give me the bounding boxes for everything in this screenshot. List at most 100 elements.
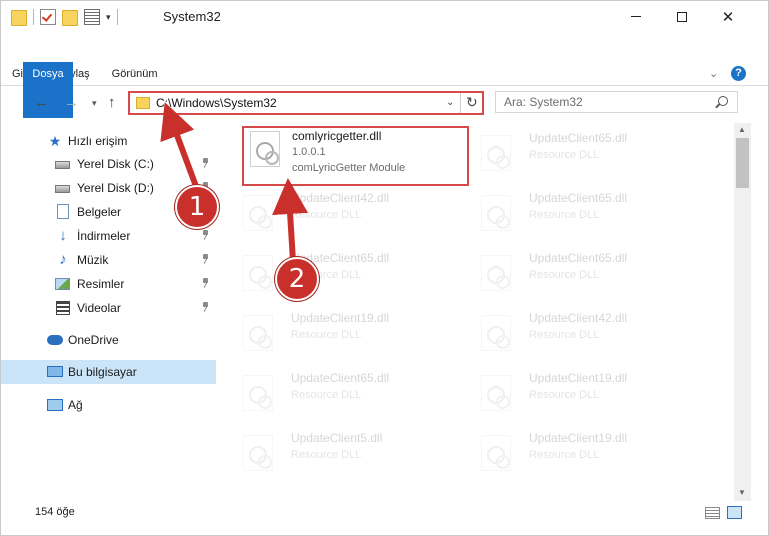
address-dropdown-chevron-icon[interactable]: ⌄	[446, 97, 454, 108]
details-view-icon[interactable]	[705, 507, 720, 519]
step-2-badge: 2	[275, 257, 319, 301]
customize-toolbar-chevron-icon[interactable]: ▾	[106, 12, 111, 23]
dll-file-icon	[243, 315, 273, 351]
file-name: UpdateClient19.dll	[529, 431, 628, 445]
search-input[interactable]: Ara: System32	[495, 91, 738, 113]
dll-file-icon	[481, 255, 511, 291]
forward-arrow-icon[interactable]: →	[64, 94, 79, 111]
maximize-icon	[677, 11, 687, 22]
vertical-scrollbar[interactable]: ▲ ▼	[734, 123, 751, 501]
file-name: UpdateClient19.dll	[529, 371, 628, 385]
file-item[interactable]: UpdateClient19.dll Resource DLL	[471, 367, 696, 423]
help-icon[interactable]: ?	[731, 66, 746, 81]
maximize-button[interactable]	[659, 1, 705, 32]
step-1-badge: 1	[175, 185, 219, 229]
ribbon: Dosya Giriş Paylaş Görünüm ⌄ ?	[1, 62, 768, 118]
file-item[interactable]: UpdateClient19.dll Resource DLL	[233, 307, 458, 363]
file-type: Resource DLL	[291, 329, 362, 341]
network-icon	[47, 399, 63, 411]
navigation-pane: ★ Hızlı erişim Yerel Disk (C:) Yerel Dis…	[1, 123, 223, 497]
recent-locations-chevron-icon[interactable]: ▾	[92, 98, 97, 109]
sidebar-item-label: Hızlı erişim	[68, 134, 128, 148]
properties-check-icon[interactable]	[40, 9, 56, 25]
file-type: Resource DLL	[291, 209, 362, 221]
address-bar[interactable]: C:\Windows\System32 ⌄ ↻	[128, 91, 484, 115]
file-item[interactable]: UpdateClient65.dll Resource DLL	[471, 247, 696, 303]
this-pc-icon	[47, 366, 63, 377]
file-item[interactable]: UpdateClient5.dll Resource DLL	[233, 427, 458, 483]
sidebar-item-label: Resimler	[77, 277, 125, 291]
file-item[interactable]: UpdateClient42.dll Resource DLL	[471, 307, 696, 363]
file-version: 1.0.0.1	[292, 146, 326, 158]
sidebar-item-this-pc[interactable]: Bu bilgisayar	[1, 360, 216, 384]
list-properties-icon[interactable]	[84, 9, 100, 25]
close-icon: ✕	[721, 8, 735, 26]
sidebar-item-local-disk-c[interactable]: Yerel Disk (C:)	[1, 152, 216, 176]
sidebar-item-label: Müzik	[77, 253, 109, 267]
dll-file-icon	[243, 195, 273, 231]
dll-file-icon	[243, 255, 273, 291]
sidebar-item-label: Yerel Disk (C:)	[77, 157, 154, 171]
refresh-icon[interactable]: ↻	[466, 94, 478, 111]
quick-access-toolbar: ▾	[11, 7, 118, 27]
documents-icon	[57, 204, 69, 219]
search-placeholder: Ara: System32	[504, 95, 583, 109]
window-title: System32	[163, 9, 221, 24]
scrollbar-thumb[interactable]	[736, 138, 749, 188]
sidebar-item-downloads[interactable]: ↓ İndirmeler	[1, 224, 216, 248]
sidebar-item-music[interactable]: ♪ Müzik	[1, 248, 216, 272]
sidebar-item-onedrive[interactable]: OneDrive	[1, 328, 216, 352]
address-path[interactable]: C:\Windows\System32	[156, 96, 277, 110]
onedrive-icon	[47, 335, 63, 345]
file-item[interactable]: UpdateClient19.dll Resource DLL	[471, 427, 696, 483]
dll-file-icon	[243, 375, 273, 411]
address-separator	[460, 93, 461, 113]
file-type: Resource DLL	[291, 449, 362, 461]
star-icon: ★	[48, 133, 62, 149]
file-item[interactable]: UpdateClient65.dll Resource DLL	[471, 187, 696, 243]
file-item[interactable]: UpdateClient42.dll Resource DLL	[233, 187, 458, 243]
back-arrow-icon[interactable]: ←	[34, 94, 49, 111]
sidebar-item-quick-access[interactable]: ★ Hızlı erişim	[1, 129, 216, 153]
folder-icon[interactable]	[11, 10, 27, 26]
pin-icon	[201, 302, 209, 312]
tab-view[interactable]: Görünüm	[101, 62, 169, 86]
file-name: UpdateClient65.dll	[529, 251, 628, 265]
sidebar-item-label: Bu bilgisayar	[68, 365, 137, 379]
ribbon-tabs: Dosya Giriş Paylaş Görünüm	[1, 62, 169, 118]
folder-icon	[136, 97, 150, 109]
expand-ribbon-chevron-icon[interactable]: ⌄	[709, 67, 718, 80]
dll-file-icon	[481, 435, 511, 471]
file-name: UpdateClient5.dll	[291, 431, 383, 445]
toolbar-separator	[33, 9, 34, 25]
disk-icon	[55, 161, 70, 169]
sidebar-item-network[interactable]: Ağ	[1, 393, 216, 417]
minimize-button[interactable]	[613, 1, 659, 32]
large-icons-view-icon[interactable]	[727, 506, 742, 519]
item-count: 154 öğe	[35, 506, 75, 518]
minimize-icon	[631, 16, 641, 17]
file-item[interactable]: UpdateClient65.dll Resource DLL	[471, 127, 696, 183]
sidebar-item-label: Yerel Disk (D:)	[77, 181, 154, 195]
toolbar-separator	[116, 9, 118, 25]
pin-icon	[201, 230, 209, 240]
dll-file-icon	[481, 135, 511, 171]
scroll-down-icon[interactable]: ▼	[738, 488, 746, 497]
sidebar-item-pictures[interactable]: Resimler	[1, 272, 216, 296]
new-folder-icon[interactable]	[62, 10, 78, 26]
explorer-window: ▾ System32 ✕ Dosya Giriş Paylaş Görünüm …	[0, 0, 769, 536]
close-button[interactable]: ✕	[705, 1, 751, 32]
scroll-up-icon[interactable]: ▲	[738, 125, 746, 134]
sidebar-item-videos[interactable]: Videolar	[1, 296, 216, 320]
file-type: Resource DLL	[529, 209, 600, 221]
up-arrow-icon[interactable]: ↑	[108, 94, 116, 111]
pin-icon	[201, 278, 209, 288]
pin-icon	[201, 254, 209, 264]
sidebar-item-label: OneDrive	[68, 333, 119, 347]
search-icon[interactable]	[718, 96, 728, 106]
file-item[interactable]: UpdateClient65.dll Resource DLL	[233, 367, 458, 423]
file-type: Resource DLL	[529, 149, 600, 161]
file-item[interactable]: UpdateClient65.dll Resource DLL	[233, 247, 458, 303]
file-name: UpdateClient65.dll	[529, 191, 628, 205]
file-item-comlyricgetter[interactable]: comlyricgetter.dll 1.0.0.1 comLyricGette…	[242, 126, 469, 186]
